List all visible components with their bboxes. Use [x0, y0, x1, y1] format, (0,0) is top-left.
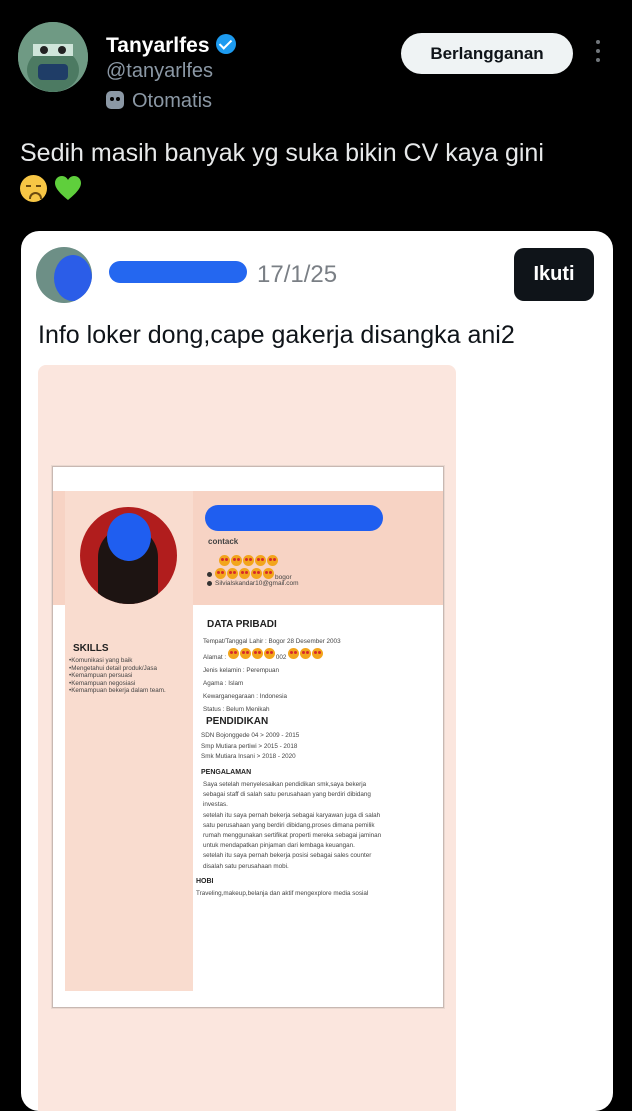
quoted-author-name-redacted	[109, 261, 247, 283]
cv-personal-data: Tempat/Tanggal Lahir : Bogor 28 Desember…	[203, 635, 439, 716]
tweet-body: Sedih masih banyak yg suka bikin CV kaya…	[20, 139, 544, 167]
green-heart-icon	[54, 175, 82, 201]
cv-experience-line: satu perusahaan yang berdiri dibidang,pr…	[203, 821, 375, 829]
cv-experience-line: setelah itu saya pernah bekerja sebagai …	[203, 811, 381, 819]
cv-photo	[80, 507, 177, 604]
email-icon	[207, 580, 212, 586]
more-options-icon[interactable]	[594, 40, 602, 68]
cv-page: contack bogor Silvialskandar10@gmail.com…	[52, 466, 444, 1008]
cv-experience-title: PENGALAMAN	[201, 769, 252, 776]
cv-skill-item: •Kemampuan bekerja dalam team.	[69, 687, 166, 694]
tweet-text: Sedih masih banyak yg suka bikin CV kaya…	[20, 136, 620, 204]
cv-image[interactable]: contack bogor Silvialskandar10@gmail.com…	[38, 365, 456, 1111]
automated-label: Otomatis	[106, 90, 212, 113]
cv-nationality: Kewarganegaraan : Indonesia	[203, 693, 288, 700]
cv-contact-label: contack	[208, 537, 239, 546]
cv-personal-title: DATA PRIBADI	[207, 619, 277, 630]
cv-email-text: Silvialskandar10@gmail.com	[215, 580, 299, 587]
cv-experience-line: Saya setelah menyelesaikan pendidikan sm…	[203, 781, 367, 788]
cv-experience-line: rumah menggunakan sertifikat properti me…	[203, 832, 382, 840]
verified-badge-icon	[215, 34, 236, 55]
cv-gender: Jenis kelamin : Perempuan	[203, 667, 279, 674]
cv-skill-item: •Kemampuan persuasi	[69, 672, 133, 679]
cv-hobby-title: HOBI	[196, 878, 214, 885]
cv-religion: Agama : Islam	[203, 680, 244, 687]
cv-address: Alamat : 002	[203, 648, 439, 664]
cv-address-label: Alamat :	[203, 654, 227, 661]
cv-experience-text: Saya setelah menyelesaikan pendidikan sm…	[203, 780, 381, 872]
cv-status: Status : Belum Menikah	[203, 706, 270, 713]
cv-contact-email: Silvialskandar10@gmail.com	[207, 580, 299, 587]
cv-experience-line: disalah satu perusahaan mobi.	[203, 862, 289, 870]
cv-education-item: SDN Bojonggede 04 > 2009 - 2015	[201, 732, 300, 739]
cv-hobby-text: Traveling,makeup,belanja dan aktif menge…	[196, 890, 369, 897]
cv-education-list: SDN Bojonggede 04 > 2009 - 2015 Smp Muti…	[201, 731, 299, 763]
cv-experience-line: sebagai staff di salah satu perusahaan y…	[203, 791, 371, 799]
cv-education-item: Smp Mutiara pertiwi > 2015 - 2018	[201, 742, 298, 750]
cv-address-part: 002	[275, 654, 287, 661]
subscribe-button[interactable]: Berlangganan	[401, 33, 573, 74]
cv-experience-line: setelah itu saya pernah bekerja posisi s…	[203, 852, 372, 860]
location-icon	[207, 572, 212, 578]
cv-skill-item: •Kemampuan negosiasi	[69, 679, 136, 687]
follow-button[interactable]: Ikuti	[514, 248, 594, 301]
cv-education-item: Smk Mutiara Insani > 2018 - 2020	[201, 753, 296, 760]
quoted-post-text: Info loker dong,cape gakerja disangka an…	[38, 321, 515, 349]
cv-skills-title: SKILLS	[73, 643, 109, 654]
cv-skill-item: •Mengetahui detail produk/Jasa	[69, 664, 157, 672]
author-avatar[interactable]	[18, 22, 88, 92]
author-name-text: Tanyarlfes	[106, 34, 210, 57]
cv-birth: Tempat/Tanggal Lahir : Bogor 28 Desember…	[203, 638, 341, 645]
cv-experience-line: investas.	[203, 801, 228, 809]
cv-experience-line: untuk mendapatkan pinjaman dari lembaga …	[203, 842, 355, 850]
quoted-author-avatar[interactable]	[36, 247, 92, 303]
cv-name-redacted	[205, 505, 383, 531]
cv-education-title: PENDIDIKAN	[206, 716, 269, 727]
author-name[interactable]: Tanyarlfes	[106, 34, 236, 58]
author-handle[interactable]: @tanyarlfes	[106, 60, 213, 83]
quoted-post-date: 17/1/25	[257, 261, 338, 288]
robot-icon	[106, 90, 124, 109]
disappointed-face-icon	[20, 174, 47, 202]
cv-skills-list: •Komunikasi yang baik •Mengetahui detail…	[69, 657, 195, 695]
quoted-post-card[interactable]: 17/1/25 Ikuti Info loker dong,cape gaker…	[21, 231, 613, 1111]
automated-text: Otomatis	[132, 90, 213, 112]
cv-skill-item: •Komunikasi yang baik	[69, 657, 133, 664]
